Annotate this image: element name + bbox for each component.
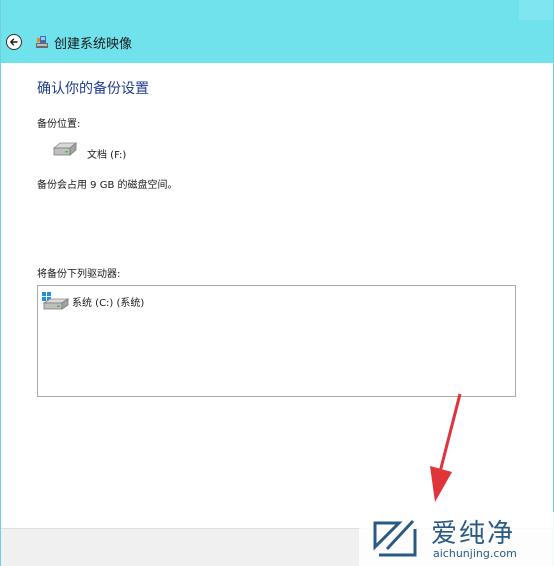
- system-image-window: 创建系统映像 确认你的备份设置 备份位置: 文档 (F:) 备份会占用 9 GB…: [0, 0, 554, 566]
- windows-drive-icon: [42, 292, 70, 310]
- red-arrow-annotation: [430, 393, 462, 502]
- watermark-logo-icon: [373, 519, 417, 557]
- backup-location-label: 备份位置:: [37, 119, 81, 130]
- back-arrow-icon: [10, 38, 18, 46]
- backup-target-drive: 文档 (F:): [87, 150, 127, 161]
- system-image-icon: [36, 36, 48, 48]
- close-button[interactable]: [519, 0, 553, 20]
- page-heading: 确认你的备份设置: [37, 81, 149, 97]
- title-bar: 创建系统映像: [1, 0, 553, 63]
- drives-listbox[interactable]: 系统 (C:) (系统): [37, 285, 516, 397]
- list-item[interactable]: 系统 (C:) (系统): [40, 291, 144, 311]
- back-button[interactable]: [6, 34, 22, 50]
- watermark-url: aichunjing.com: [433, 547, 517, 560]
- hard-drive-icon: [52, 142, 77, 156]
- window-title: 创建系统映像: [54, 37, 133, 52]
- watermark-name: 爱纯净: [431, 519, 516, 549]
- watermark: 爱纯净 aichunjing.com: [359, 512, 554, 566]
- space-required-note: 备份会占用 9 GB 的磁盘空间。: [37, 180, 178, 191]
- drive-item-label: 系统 (C:) (系统): [72, 297, 145, 309]
- drives-to-backup-label: 将备份下列驱动器:: [37, 269, 121, 280]
